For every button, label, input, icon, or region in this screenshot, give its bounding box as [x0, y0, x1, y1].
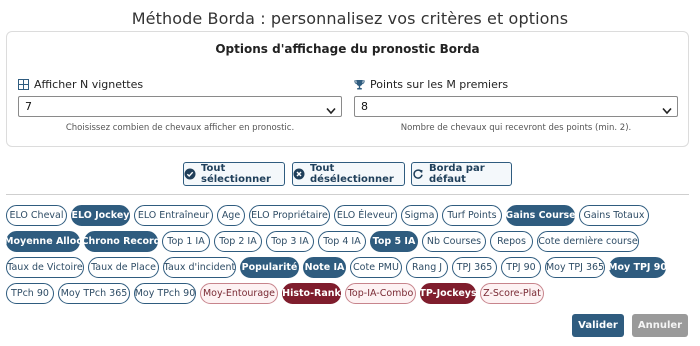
chip-tpj-365[interactable]: TPJ 365 — [452, 257, 497, 278]
borda-default-label: Borda par défaut — [429, 163, 485, 185]
check-circle-icon — [184, 168, 196, 180]
points-help: Nombre de chevaux qui recevront des poin… — [400, 123, 632, 133]
chip-top-5-ia[interactable]: Top 5 IA — [370, 231, 418, 252]
bulk-actions: Tout sélectionner Tout désélectionner Bo… — [0, 162, 700, 186]
criteria-chips: ELO Cheval ELO Jockey ELO Entraîneur Age… — [4, 205, 692, 309]
divider — [6, 194, 689, 195]
x-circle-icon — [293, 168, 305, 180]
chip-gains-course[interactable]: Gains Course — [505, 205, 576, 226]
vignettes-field: Afficher N vignettes 7 Choisissez combie… — [18, 77, 342, 133]
criteria-row: Taux de Victoire Taux de Place Taux d'in… — [6, 257, 692, 278]
chip-taux-dincident[interactable]: Taux d'incident — [163, 257, 236, 278]
chip-nb-courses[interactable]: Nb Courses — [422, 231, 486, 252]
chip-tpj-90[interactable]: TPJ 90 — [501, 257, 541, 278]
chip-moy-entourage[interactable]: Moy-Entourage — [200, 283, 278, 304]
chip-popularite[interactable]: Popularité — [240, 257, 299, 278]
chip-note-ia[interactable]: Note IA — [303, 257, 346, 278]
chip-rang-j[interactable]: Rang J — [406, 257, 448, 278]
dialog-title: Méthode Borda : personnalisez vos critèr… — [131, 9, 569, 28]
refresh-icon — [412, 168, 424, 180]
chip-top-3-ia[interactable]: Top 3 IA — [266, 231, 314, 252]
chip-taux-de-place[interactable]: Taux de Place — [88, 257, 159, 278]
grid-icon — [18, 78, 29, 90]
criteria-row: TPch 90 Moy TPch 365 Moy TPch 90 Moy-Ent… — [6, 283, 692, 304]
chip-repos[interactable]: Repos — [490, 231, 533, 252]
chip-tp-jockeys[interactable]: TP-Jockeys — [419, 283, 477, 304]
chip-sigma[interactable]: Sigma — [401, 205, 438, 226]
trophy-icon — [354, 79, 365, 90]
chip-elo-eleveur[interactable]: ELO Éleveur — [334, 205, 397, 226]
chip-taux-de-victoire[interactable]: Taux de Victoire — [6, 257, 84, 278]
chip-top-ia-combo[interactable]: Top-IA-Combo — [345, 283, 416, 304]
chip-histo-rank[interactable]: Histo-Rank — [282, 283, 341, 304]
deselect-all-button[interactable]: Tout désélectionner — [292, 162, 405, 186]
criteria-row: ELO Cheval ELO Jockey ELO Entraîneur Age… — [6, 205, 692, 226]
chip-elo-proprietaire[interactable]: ELO Propriétaire — [249, 205, 330, 226]
points-select-value: 8 — [361, 100, 368, 113]
vignettes-label: Afficher N vignettes — [34, 77, 144, 91]
points-label: Points sur les M premiers — [370, 77, 509, 91]
chip-moy-tpch-365[interactable]: Moy TPch 365 — [58, 283, 130, 304]
chip-moyenne-alloc[interactable]: Moyenne Alloc — [4, 231, 82, 252]
chip-elo-jockey[interactable]: ELO Jockey — [71, 205, 130, 226]
chip-moy-tpj-90[interactable]: Moy TPJ 90 — [608, 257, 667, 278]
criteria-row: Moyenne Alloc Chrono Record Top 1 IA Top… — [4, 231, 692, 252]
chip-cote-derniere-course[interactable]: Cote dernière course — [537, 231, 639, 252]
chip-gains-totaux[interactable]: Gains Totaux — [579, 205, 649, 226]
vignettes-label-row: Afficher N vignettes — [18, 77, 342, 91]
chevron-down-icon — [326, 102, 336, 121]
vignettes-select-value: 7 — [25, 100, 32, 113]
chevron-down-icon — [662, 102, 672, 121]
chip-tpch-90[interactable]: TPch 90 — [6, 283, 54, 304]
vignettes-help: Choisissez combien de chevaux afficher e… — [65, 123, 295, 133]
chip-top-4-ia[interactable]: Top 4 IA — [318, 231, 366, 252]
chip-elo-entraineur[interactable]: ELO Entraîneur — [134, 205, 213, 226]
chip-age[interactable]: Age — [217, 205, 245, 226]
borda-default-button[interactable]: Borda par défaut — [411, 162, 512, 186]
chip-turf-points[interactable]: Turf Points — [442, 205, 502, 226]
chip-cote-pmu[interactable]: Cote PMU — [350, 257, 402, 278]
chip-moy-tpj-365[interactable]: Moy TPJ 365 — [545, 257, 605, 278]
options-panel-title: Options d'affichage du pronostic Borda — [215, 42, 480, 56]
chip-top-2-ia[interactable]: Top 2 IA — [214, 231, 262, 252]
options-panel: Options d'affichage du pronostic Borda A… — [6, 31, 689, 147]
chip-z-score-plat[interactable]: Z-Score-Plat — [480, 283, 544, 304]
validate-button[interactable]: Valider — [572, 314, 624, 337]
chip-chrono-record[interactable]: Chrono Record — [82, 231, 160, 252]
chip-elo-cheval[interactable]: ELO Cheval — [6, 205, 67, 226]
chip-top-1-ia[interactable]: Top 1 IA — [162, 231, 210, 252]
points-select[interactable]: 8 — [354, 96, 678, 117]
chip-moy-tpch-90[interactable]: Moy TPch 90 — [134, 283, 196, 304]
select-all-label: Tout sélectionner — [201, 163, 271, 185]
deselect-all-label: Tout désélectionner — [310, 163, 394, 185]
points-label-row: Points sur les M premiers — [354, 77, 678, 91]
select-all-button[interactable]: Tout sélectionner — [183, 162, 285, 186]
cancel-button[interactable]: Annuler — [632, 314, 688, 337]
points-field: Points sur les M premiers 8 Nombre de ch… — [354, 77, 678, 133]
vignettes-select[interactable]: 7 — [18, 96, 342, 117]
